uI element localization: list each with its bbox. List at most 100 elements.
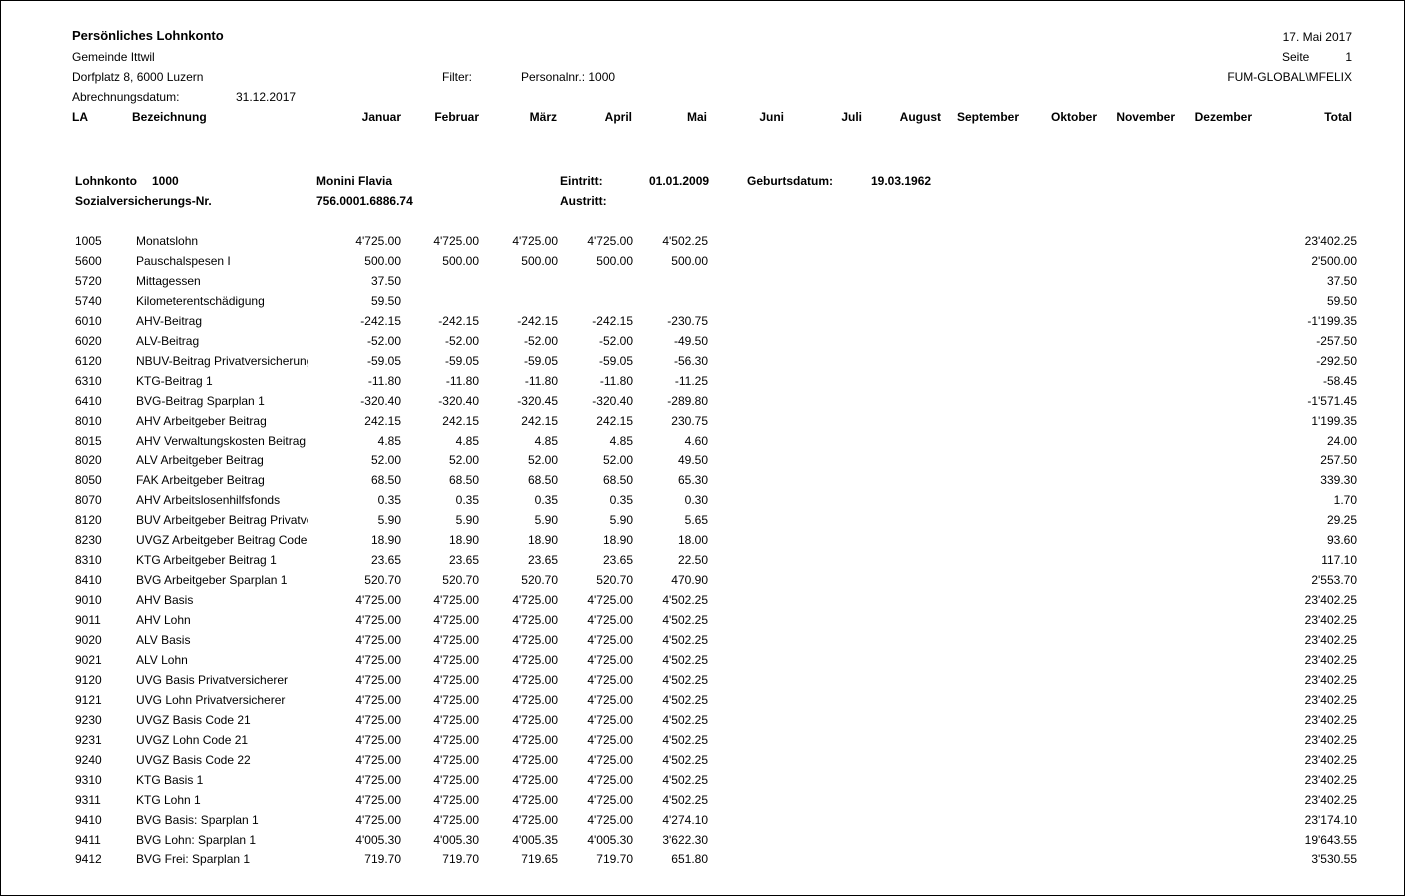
row-la: 5600 [75,253,102,268]
row-value-februar: 68.50 [448,473,479,488]
row-total: 19'643.55 [1304,832,1357,847]
row-value-märz: 4'005.35 [512,832,558,847]
row-value-februar: 4'725.00 [433,772,479,787]
row-description: BVG Arbeitgeber Sparplan 1 [136,573,288,588]
table-row: 9010 AHV Basis 4'725.00 4'725.00 4'725.00 4'7… [0,593,1405,613]
table-row: 8050 FAK Arbeitgeber Beitrag 68.50 68.50 68.… [0,473,1405,493]
row-value-mai: 651.80 [671,852,708,867]
row-total: 1.70 [1333,493,1357,508]
row-la: 9311 [75,792,101,807]
row-value-april: 4'725.00 [587,234,633,248]
row-value-april: 4'725.00 [587,692,633,707]
row-value-mai: 4'502.25 [662,613,708,628]
row-value-märz: 242.15 [521,413,558,428]
column-header-la: LA [72,110,88,124]
row-description: KTG Arbeitgeber Beitrag 1 [136,553,277,568]
row-total: 23'402.25 [1304,234,1357,248]
row-value-april: 4.85 [609,433,633,448]
row-value-februar: 4.85 [455,433,479,448]
row-value-april: 4'725.00 [587,613,633,628]
row-value-märz: -59.05 [523,353,558,368]
row-la: 9010 [75,593,102,608]
row-value-februar: -59.05 [444,353,479,368]
table-row: 5740 Kilometerentschädigung 59.50 59.50 [0,294,1405,314]
row-value-mai: 4'502.25 [662,712,708,727]
row-value-april: 4'725.00 [587,792,633,807]
row-value-januar: 520.70 [364,573,401,588]
table-row: 8020 ALV Arbeitgeber Beitrag 52.00 52.00 52.… [0,453,1405,473]
row-description: UVGZ Lohn Code 21 [136,732,249,747]
row-value-märz: 4'725.00 [512,652,558,667]
row-value-februar: 0.35 [455,493,479,508]
report-title: Persönliches Lohnkonto [72,28,224,43]
row-value-februar: -52.00 [444,333,479,348]
row-description: UVGZ Arbeitgeber Beitrag Code [136,533,308,548]
row-total: 24.00 [1326,433,1357,448]
row-value-april: -242.15 [592,313,633,328]
row-value-märz: 4'725.00 [512,792,558,807]
table-row: 9230 UVGZ Basis Code 21 4'725.00 4'725.00 4'… [0,713,1405,733]
table-row: 9411 BVG Lohn: Sparplan 1 4'005.30 4'005.30… [0,833,1405,853]
row-value-märz: 500.00 [521,253,558,268]
row-value-januar: 719.70 [364,852,401,867]
row-description: UVGZ Basis Code 22 [136,752,251,767]
row-value-januar: 4'725.00 [355,633,401,647]
row-value-januar: 242.15 [364,413,401,428]
row-value-mai: 4'502.25 [662,652,708,667]
row-value-mai: 4.60 [684,433,708,448]
row-description: BUV Arbeitgeber Beitrag Privatver [136,513,308,528]
row-value-januar: 4'725.00 [355,752,401,767]
row-la: 9121 [75,692,102,707]
row-value-märz: 4'725.00 [512,672,558,687]
row-value-märz: 4'725.00 [512,692,558,707]
row-value-april: 52.00 [602,453,633,468]
table-row: 8410 BVG Arbeitgeber Sparplan 1 520.70 520.… [0,573,1405,593]
row-value-märz: 4'725.00 [512,752,558,767]
row-value-februar: 4'725.00 [433,812,479,827]
row-value-februar: -11.80 [445,373,479,388]
row-total: -257.50 [1316,333,1357,348]
column-header-august: August [899,110,941,124]
row-description: NBUV-Beitrag Privatversicherung [136,353,308,368]
company-name: Gemeinde Ittwil [72,50,155,64]
row-la: 9230 [75,712,102,727]
row-la: 9240 [75,752,102,767]
row-la: 8120 [75,513,102,528]
row-value-märz: 4'725.00 [512,812,558,827]
row-value-märz: 52.00 [527,453,558,468]
row-value-februar: 4'005.30 [433,832,479,847]
row-value-mai: 4'502.25 [662,692,708,707]
row-total: 2'500.00 [1311,253,1357,268]
row-description: AHV-Beitrag [136,313,203,328]
row-value-mai: 4'502.25 [662,672,708,687]
user-name: FUM-GLOBAL\MFELIX [1227,70,1352,84]
row-value-mai: 0.30 [684,493,708,508]
row-la: 6010 [75,313,102,328]
row-value-april: 4'725.00 [587,732,633,747]
row-value-januar: 23.65 [370,553,401,568]
row-value-april: 68.50 [602,473,633,488]
row-value-märz: 18.90 [527,533,558,548]
row-value-mai: 4'502.25 [662,752,708,767]
company-address: Dorfplatz 8, 6000 Luzern [72,70,204,84]
row-value-märz: 4'725.00 [512,712,558,727]
row-la: 9020 [75,633,102,647]
row-total: 257.50 [1320,453,1357,468]
column-header-november: November [1116,110,1175,124]
row-value-märz: 23.65 [527,553,558,568]
row-value-januar: -59.05 [366,353,401,368]
row-value-januar: 59.50 [370,293,401,308]
row-description: UVGZ Basis Code 21 [136,712,251,727]
row-description: AHV Verwaltungskosten Beitrag [136,433,307,448]
page-number: 1 [1345,50,1352,64]
row-value-mai: 4'502.25 [662,772,708,787]
row-value-februar: 52.00 [448,453,479,468]
row-value-januar: 4'725.00 [355,593,401,608]
row-description: AHV Basis [136,593,194,608]
row-description: BVG-Beitrag Sparplan 1 [136,393,265,408]
column-header-oktober: Oktober [1050,110,1097,124]
billing-date: 31.12.2017 [236,90,297,104]
entry-date: 01.01.2009 [649,174,710,188]
row-la: 6310 [75,373,102,388]
row-value-januar: 4'005.30 [355,832,401,847]
